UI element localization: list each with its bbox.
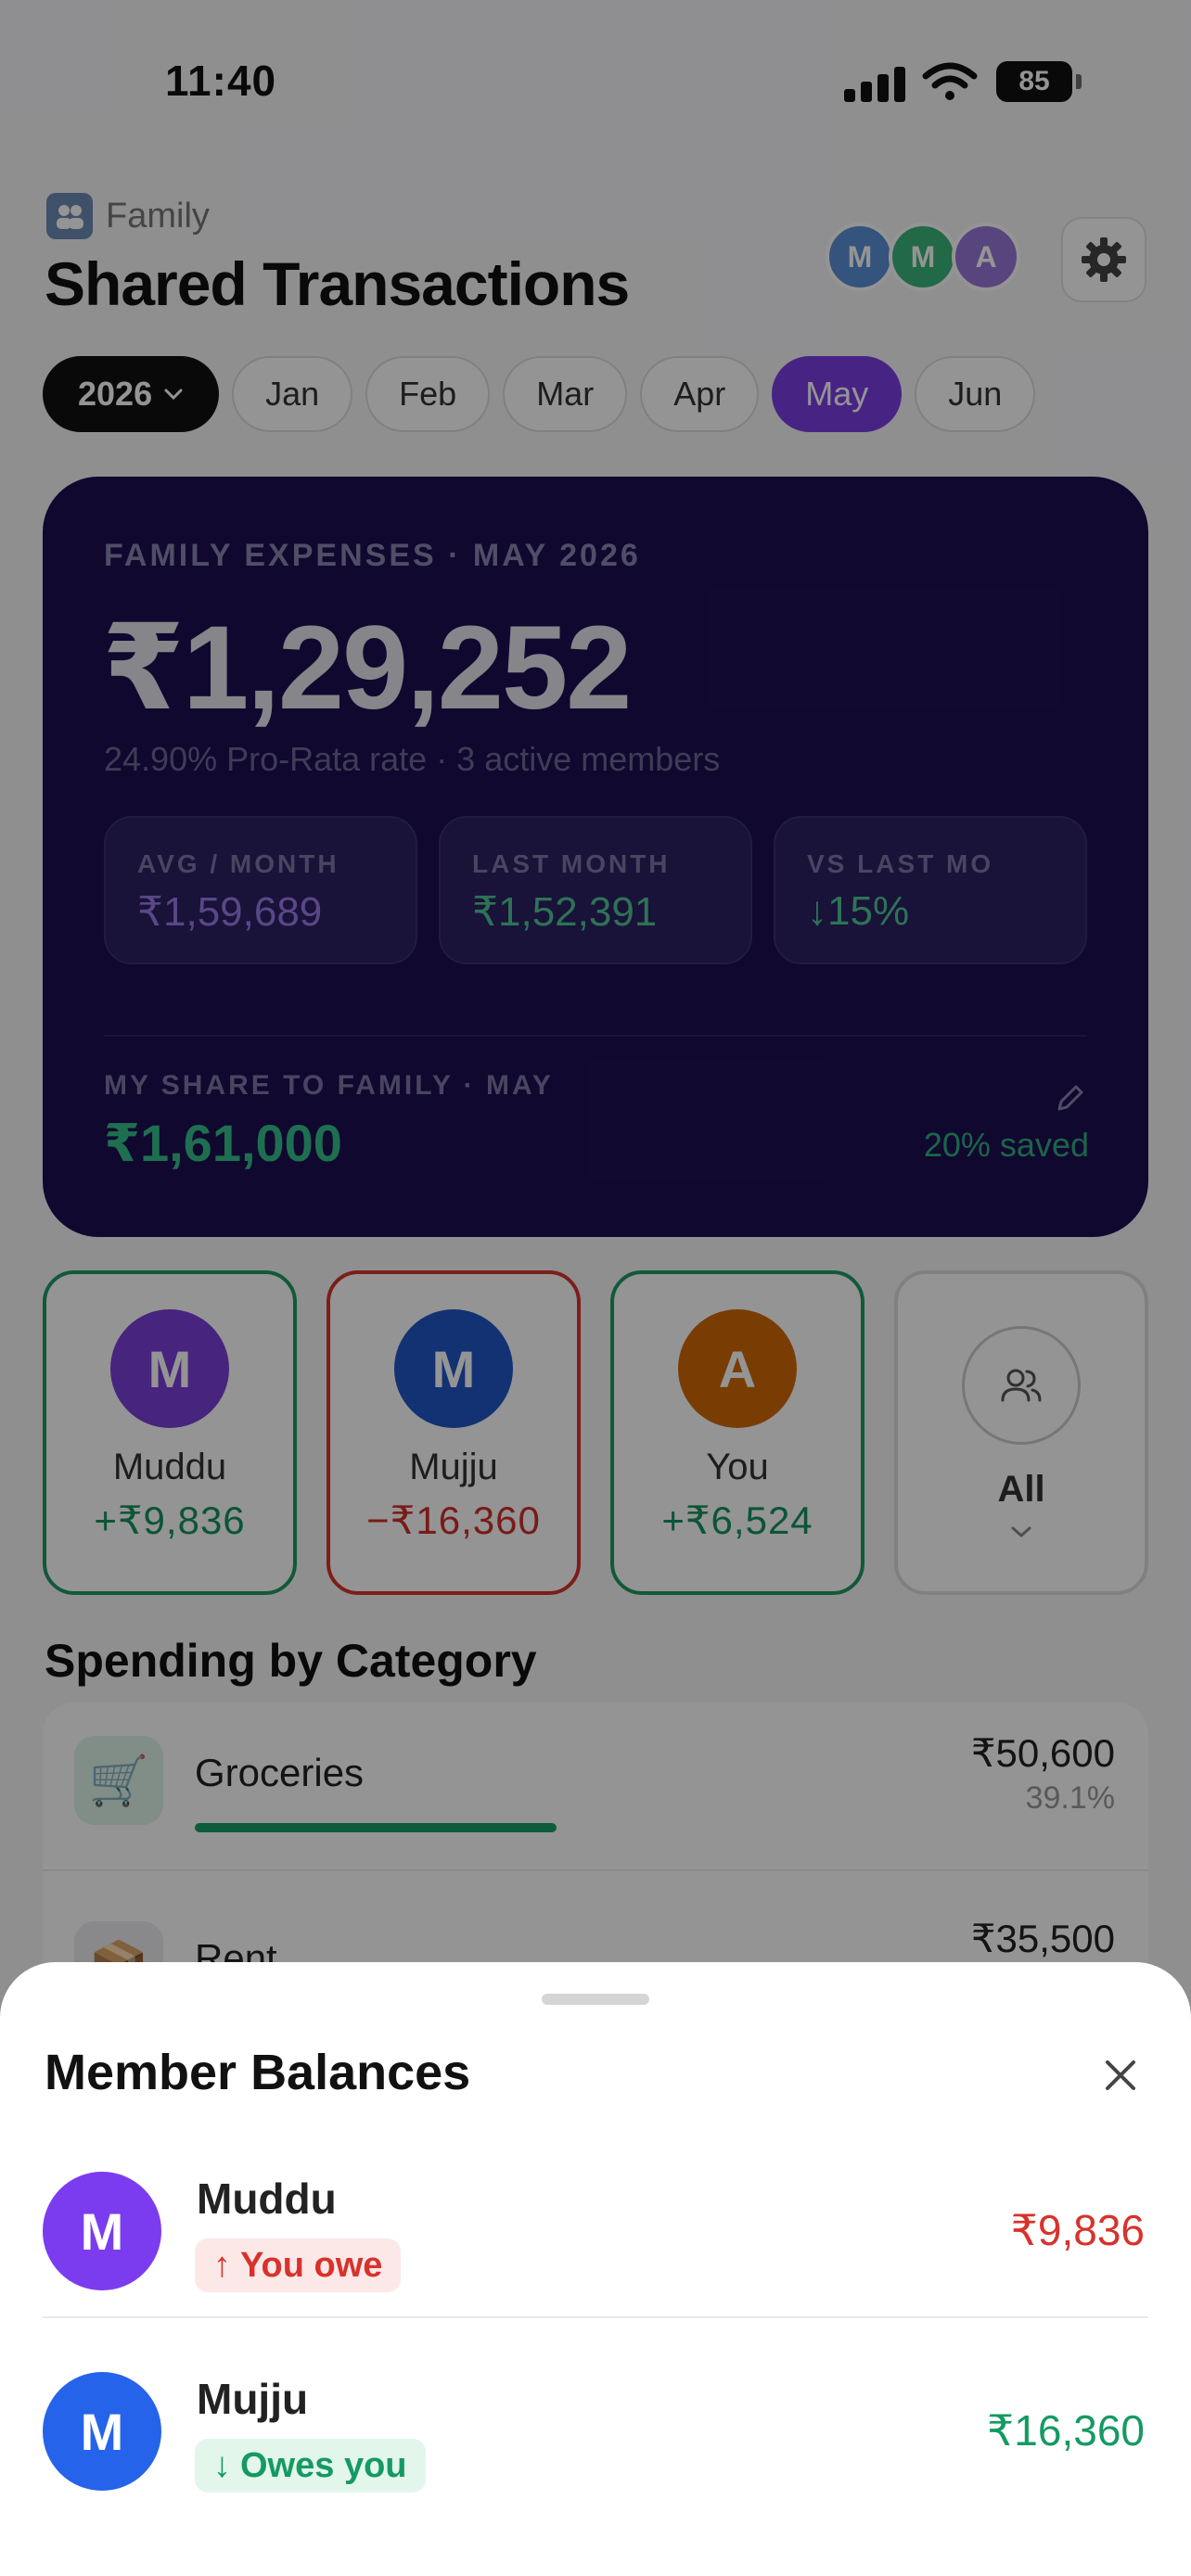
sheet-grabber[interactable] xyxy=(542,1994,649,2005)
balance-amount: ₹16,360 xyxy=(987,2406,1145,2455)
status-badge: ↓ Owes you xyxy=(195,2439,426,2493)
badge-label: Owes you xyxy=(240,2445,407,2485)
arrow-up-icon: ↑ xyxy=(213,2245,231,2285)
arrow-down-icon: ↓ xyxy=(213,2445,231,2485)
member-name: Muddu xyxy=(197,2174,337,2223)
member-name: Mujju xyxy=(197,2375,309,2423)
balance-row-muddu[interactable]: M Muddu ↑ You owe ₹9,836 xyxy=(0,2146,1191,2309)
member-balances-sheet: Member Balances M Muddu ↑ You owe ₹9,836… xyxy=(0,1962,1191,2576)
avatar: M xyxy=(43,2172,161,2290)
badge-label: You owe xyxy=(240,2245,383,2285)
close-icon[interactable] xyxy=(1095,2049,1146,2101)
divider xyxy=(43,2316,1148,2318)
balance-row-mujju[interactable]: M Mujju ↓ Owes you ₹16,360 xyxy=(0,2346,1191,2509)
app-screen: 11:40 85 Family Shared Transactions M M … xyxy=(0,0,1191,2576)
avatar: M xyxy=(43,2372,161,2491)
status-badge: ↑ You owe xyxy=(195,2238,402,2292)
sheet-title: Member Balances xyxy=(45,2045,471,2100)
balance-amount: ₹9,836 xyxy=(1010,2206,1145,2254)
